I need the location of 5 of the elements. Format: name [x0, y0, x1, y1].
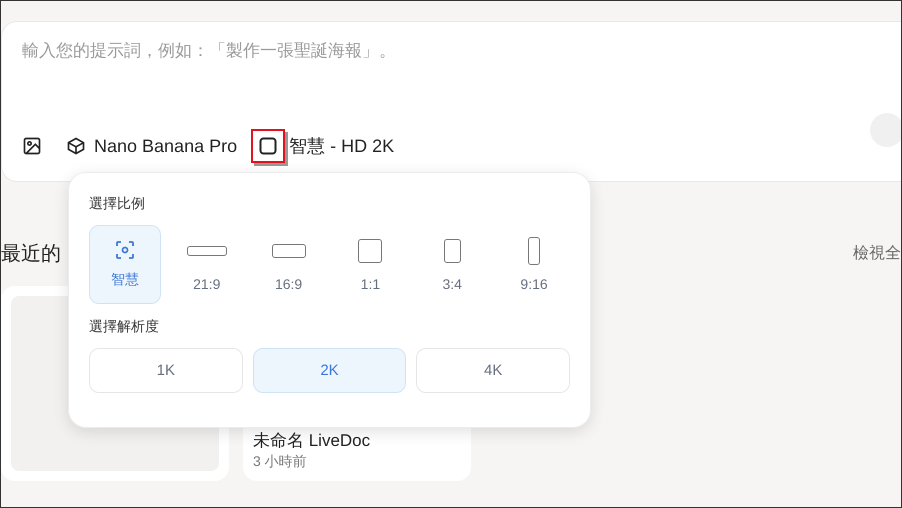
ratio-label: 選擇比例 [89, 195, 146, 213]
resolution-label: 選擇解析度 [89, 318, 160, 336]
card-time: 3 小時前 [253, 453, 308, 471]
section-title: 最近的 [1, 242, 61, 266]
card-title: 未命名 LiveDoc [253, 431, 372, 450]
